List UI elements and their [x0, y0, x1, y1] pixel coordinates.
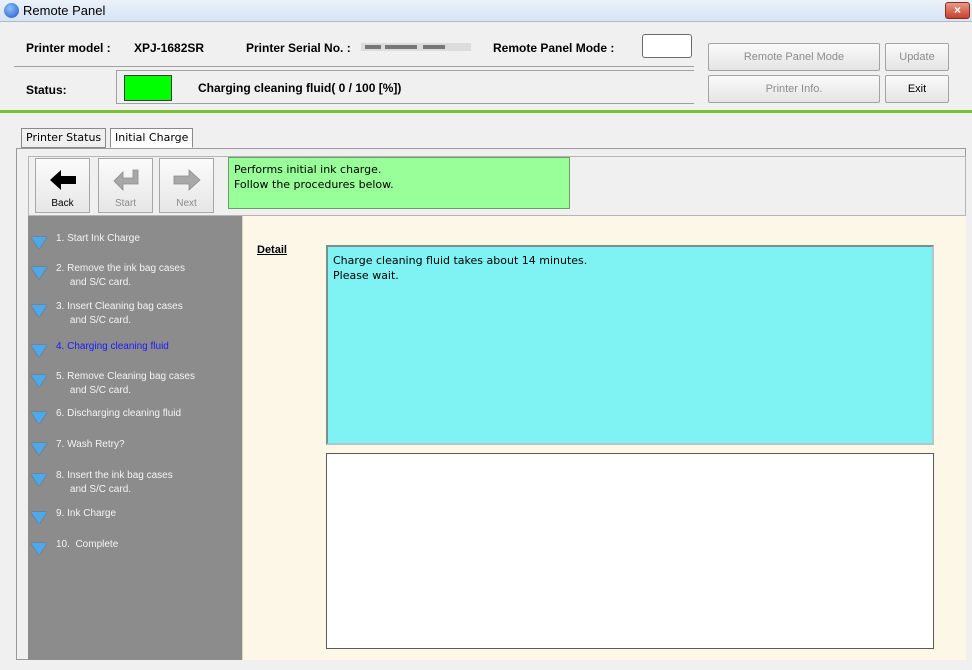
- tab-printer-status[interactable]: Printer Status: [21, 128, 107, 148]
- next-label: Next: [176, 198, 197, 209]
- remote-panel-mode-button[interactable]: Remote Panel Mode: [708, 43, 880, 71]
- back-label: Back: [51, 198, 74, 209]
- step-indicator-icon: [31, 375, 47, 387]
- exit-button[interactable]: Exit: [885, 75, 949, 103]
- step-indicator-icon: [31, 443, 47, 455]
- arrow-left-icon: [50, 170, 76, 190]
- close-button[interactable]: ×: [945, 2, 970, 19]
- detail-label: Detail: [257, 244, 287, 256]
- step-indicator-icon: [31, 512, 47, 524]
- step-indicator-icon: [31, 305, 47, 317]
- instruction-message: Performs initial ink charge. Follow the …: [228, 157, 570, 209]
- step-label: 2. Remove the ink bag cases and S/C card…: [56, 263, 185, 288]
- return-arrow-icon: [113, 169, 139, 191]
- step-indicator-icon: [31, 237, 47, 249]
- step-indicator-icon: [31, 412, 47, 424]
- start-label: Start: [114, 198, 137, 209]
- status-text: Charging cleaning fluid( 0 / 100 [%]): [198, 81, 402, 95]
- step-label: 4. Charging cleaning fluid: [56, 341, 169, 352]
- step-label: 9. Ink Charge: [56, 508, 117, 519]
- steps-list: 1. Start Ink Charge 2. Remove the ink ba…: [28, 216, 242, 660]
- step-label: 6. Discharging cleaning fluid: [56, 408, 182, 419]
- step-indicator-icon: [31, 474, 47, 486]
- detail-message: Charge cleaning fluid takes about 14 min…: [326, 245, 934, 445]
- tab-initial-charge[interactable]: Initial Charge: [110, 128, 194, 148]
- window-title: Remote Panel: [23, 3, 106, 18]
- next-button[interactable]: Next: [159, 158, 214, 213]
- remote-panel-mode-indicator: [642, 34, 692, 58]
- printer-model-label: Printer model :: [26, 41, 111, 55]
- step-label: 10. Complete: [56, 539, 119, 550]
- update-button[interactable]: Update: [885, 43, 949, 71]
- printer-info-button[interactable]: Printer Info.: [708, 75, 880, 103]
- log-area: [326, 453, 934, 649]
- header-divider: [14, 66, 694, 67]
- back-button[interactable]: Back: [35, 158, 90, 213]
- status-indicator: [124, 75, 172, 101]
- step-indicator-icon: [31, 543, 47, 555]
- status-label: Status:: [26, 83, 67, 97]
- remote-panel-mode-label: Remote Panel Mode :: [493, 41, 615, 55]
- step-indicator-icon: [31, 345, 47, 357]
- serial-number-label: Printer Serial No. :: [246, 41, 351, 55]
- arrow-right-icon: [173, 169, 201, 191]
- serial-number-redacted: [361, 43, 471, 51]
- title-bar: [0, 0, 972, 22]
- app-icon: [4, 3, 19, 18]
- start-button[interactable]: Start: [98, 158, 153, 213]
- step-label: 1. Start Ink Charge: [56, 233, 140, 244]
- step-label: 5. Remove Cleaning bag cases and S/C car…: [56, 371, 195, 396]
- step-label: 7. Wash Retry?: [56, 439, 125, 450]
- step-label: 8. Insert the ink bag cases and S/C card…: [56, 470, 173, 495]
- step-label: 3. Insert Cleaning bag cases and S/C car…: [56, 301, 183, 326]
- step-indicator-icon: [31, 267, 47, 279]
- header-separator: [0, 110, 972, 113]
- printer-model-value: XPJ-1682SR: [134, 41, 205, 55]
